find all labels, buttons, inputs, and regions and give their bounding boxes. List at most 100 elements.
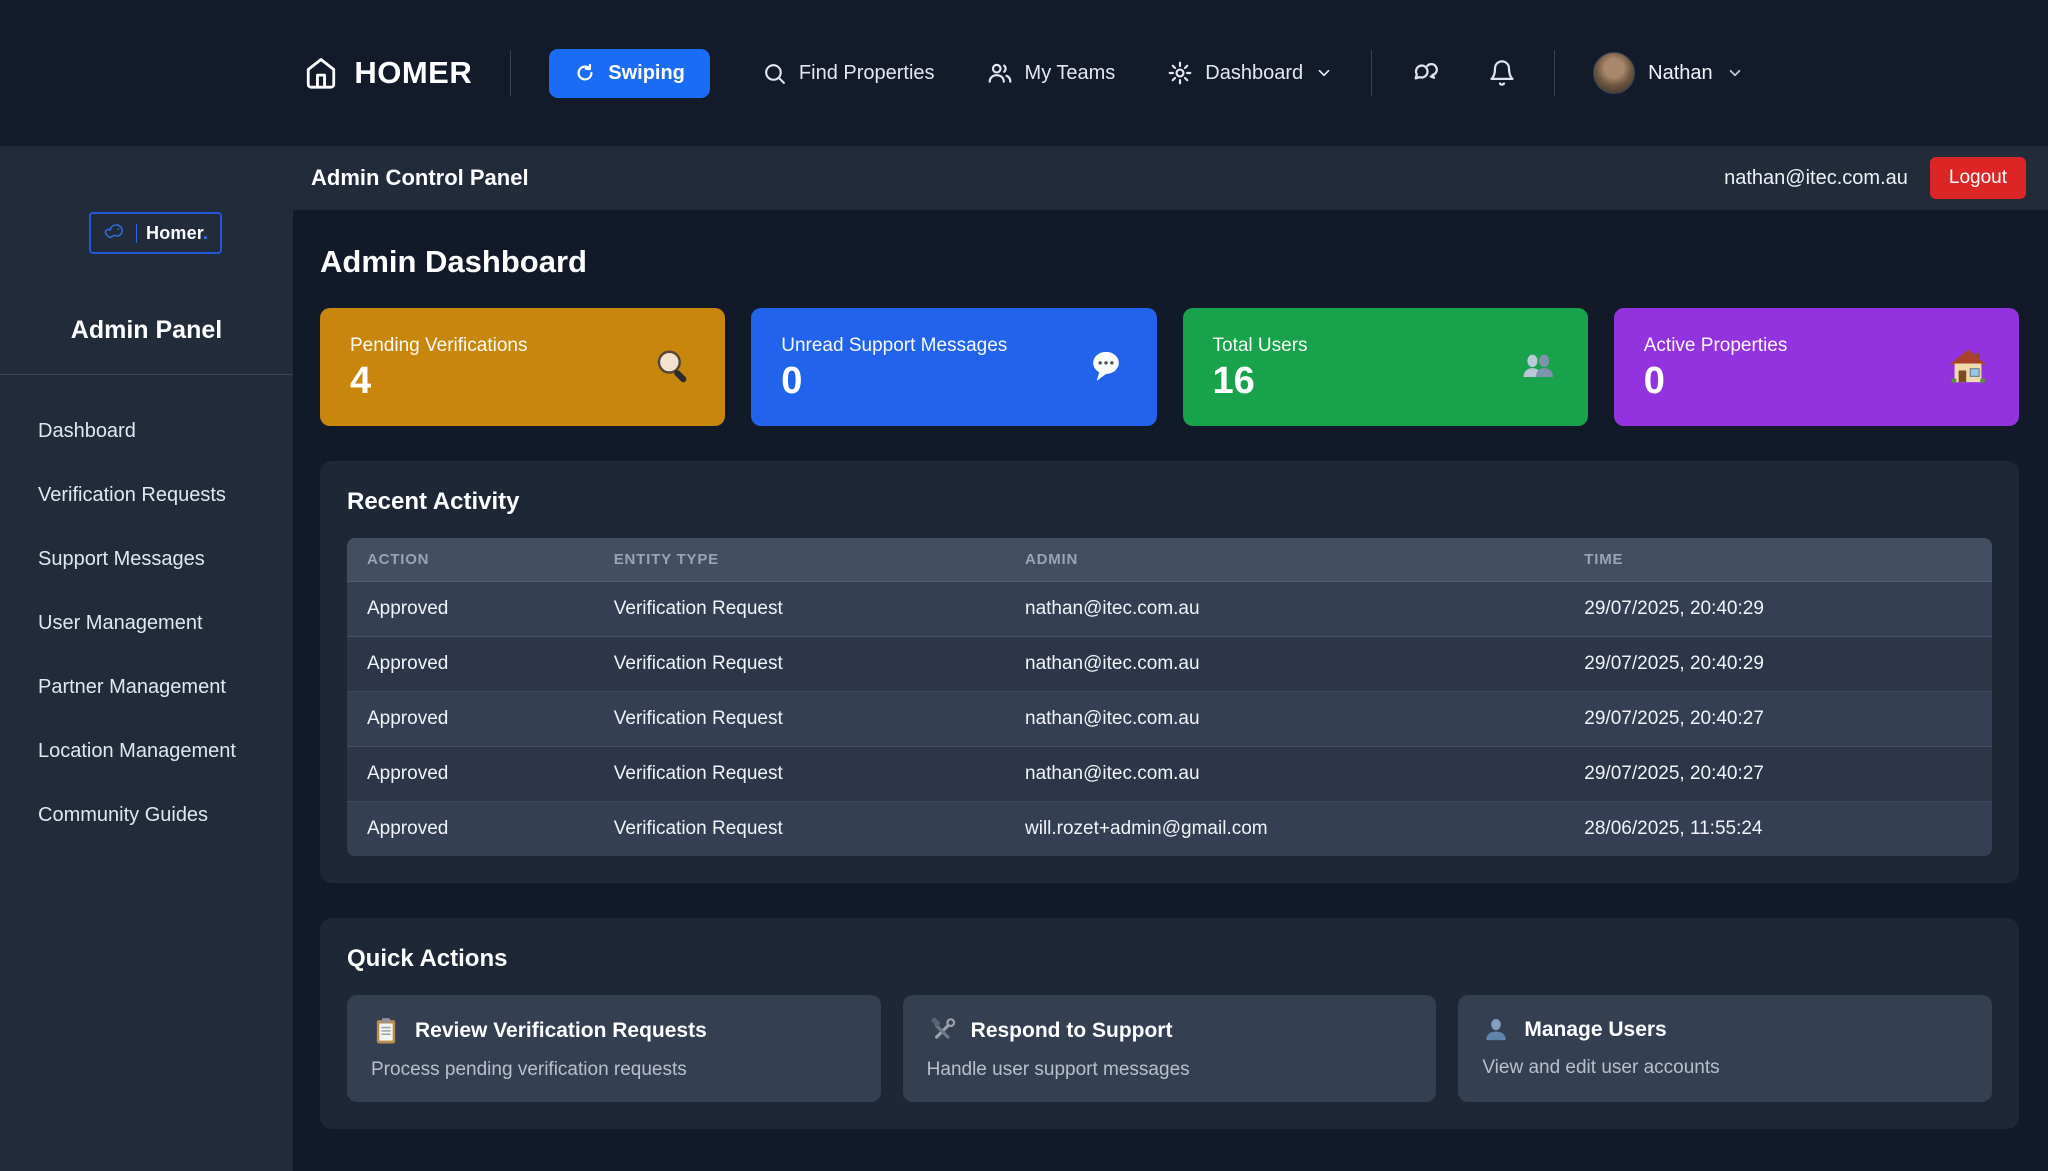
quick-actions-section: Quick Actions Review Verification Reques…	[320, 918, 2019, 1129]
table-row: Approved Verification Request nathan@ite…	[347, 747, 1992, 802]
nav-divider	[1371, 50, 1372, 96]
bust-icon	[1482, 1016, 1510, 1044]
sidebar-logo[interactable]: Homer.	[89, 212, 222, 254]
cell-action: Approved	[347, 802, 594, 857]
cell-admin: will.rozet+admin@gmail.com	[1005, 802, 1564, 857]
nav-item-my-teams[interactable]: My Teams	[987, 60, 1116, 86]
stat-value: 0	[781, 362, 1007, 400]
quick-actions-grid: Review Verification Requests Process pen…	[347, 995, 1992, 1102]
cell-admin: nathan@itec.com.au	[1005, 637, 1564, 692]
table-row: Approved Verification Request nathan@ite…	[347, 582, 1992, 637]
primary-nav: Swiping Find Properties My Teams Dashboa…	[549, 49, 1333, 98]
logout-button[interactable]: Logout	[1930, 157, 2026, 199]
table-header-row: ACTION ENTITY TYPE ADMIN TIME	[347, 538, 1992, 582]
sidebar-item-community-guides[interactable]: Community Guides	[38, 790, 293, 841]
column-header-time: TIME	[1564, 538, 1992, 582]
cell-time: 29/07/2025, 20:40:27	[1564, 692, 1992, 747]
quick-action-subtitle: Process pending verification requests	[371, 1059, 857, 1081]
nav-item-label: My Teams	[1025, 62, 1116, 85]
nav-item-label: Swiping	[608, 62, 685, 85]
sidebar-item-dashboard[interactable]: Dashboard	[38, 406, 293, 457]
nav-item-dashboard[interactable]: Dashboard	[1167, 60, 1333, 86]
cell-entity-type: Verification Request	[594, 692, 1005, 747]
admin-bar-title: Admin Control Panel	[311, 165, 529, 191]
quick-actions-title: Quick Actions	[347, 945, 1992, 973]
column-header-action: ACTION	[347, 538, 594, 582]
stat-value: 16	[1213, 362, 1308, 400]
cell-entity-type: Verification Request	[594, 582, 1005, 637]
swipe-icon	[574, 62, 596, 84]
sidebar-item-location-management[interactable]: Location Management	[38, 726, 293, 777]
user-menu[interactable]: Nathan	[1593, 52, 1744, 94]
cell-admin: nathan@itec.com.au	[1005, 582, 1564, 637]
cell-action: Approved	[347, 692, 594, 747]
stat-value: 0	[1644, 362, 1788, 400]
cell-action: Approved	[347, 747, 594, 802]
stat-card-total-users: Total Users 16	[1183, 308, 1588, 426]
avatar	[1593, 52, 1635, 94]
nav-item-label: Dashboard	[1205, 62, 1303, 85]
admin-email: nathan@itec.com.au	[1724, 167, 1908, 190]
column-header-admin: ADMIN	[1005, 538, 1564, 582]
sidebar-item-verification-requests[interactable]: Verification Requests	[38, 470, 293, 521]
gear-icon	[1167, 60, 1193, 86]
column-header-entity-type: ENTITY TYPE	[594, 538, 1005, 582]
cell-admin: nathan@itec.com.au	[1005, 692, 1564, 747]
stat-label: Active Properties	[1644, 335, 1788, 357]
recent-activity-section: Recent Activity ACTION ENTITY TYPE ADMIN…	[320, 461, 2019, 883]
nav-divider	[1554, 50, 1555, 96]
nav-item-find-properties[interactable]: Find Properties	[762, 61, 935, 86]
magnifier-icon	[651, 345, 695, 389]
cell-entity-type: Verification Request	[594, 747, 1005, 802]
home-icon	[304, 56, 338, 90]
cell-time: 28/06/2025, 11:55:24	[1564, 802, 1992, 857]
stat-label: Total Users	[1213, 335, 1308, 357]
nav-item-label: Find Properties	[799, 62, 935, 85]
brand[interactable]: HOMER	[304, 55, 472, 91]
admin-header-bar: Admin Control Panel nathan@itec.com.au L…	[293, 146, 2048, 210]
recent-activity-table: ACTION ENTITY TYPE ADMIN TIME Approved V…	[347, 538, 1992, 856]
sidebar-item-support-messages[interactable]: Support Messages	[38, 534, 293, 585]
sidebar-item-partner-management[interactable]: Partner Management	[38, 662, 293, 713]
nav-item-swiping[interactable]: Swiping	[549, 49, 710, 98]
recent-activity-title: Recent Activity	[347, 488, 1992, 516]
stat-card-unread-support-messages: Unread Support Messages 0	[751, 308, 1156, 426]
cell-time: 29/07/2025, 20:40:29	[1564, 637, 1992, 692]
sidebar-nav: Dashboard Verification Requests Support …	[0, 375, 293, 841]
stat-value: 4	[350, 362, 527, 400]
cell-entity-type: Verification Request	[594, 637, 1005, 692]
quick-action-title: Review Verification Requests	[415, 1019, 707, 1043]
page-title: Admin Dashboard	[320, 244, 2019, 280]
cell-time: 29/07/2025, 20:40:27	[1564, 747, 1992, 802]
chat-icon[interactable]	[1410, 58, 1440, 88]
quick-action-respond-to-support[interactable]: Respond to Support Handle user support m…	[903, 995, 1437, 1102]
cell-entity-type: Verification Request	[594, 802, 1005, 857]
quick-action-subtitle: Handle user support messages	[927, 1059, 1413, 1081]
main-content: Admin Dashboard Pending Verifications 4 …	[293, 210, 2048, 1171]
stat-label: Pending Verifications	[350, 335, 527, 357]
bell-icon[interactable]	[1488, 59, 1516, 87]
table-row: Approved Verification Request nathan@ite…	[347, 692, 1992, 747]
busts-icon	[1518, 347, 1558, 387]
house-icon	[1947, 346, 1989, 388]
sidebar: Homer. Admin Panel Dashboard Verificatio…	[0, 146, 293, 1171]
stat-card-active-properties: Active Properties 0	[1614, 308, 2019, 426]
quick-action-review-verification-requests[interactable]: Review Verification Requests Process pen…	[347, 995, 881, 1102]
logo-text: Homer.	[146, 223, 208, 244]
logo-divider	[136, 224, 137, 243]
user-name: Nathan	[1648, 62, 1713, 85]
sidebar-item-user-management[interactable]: User Management	[38, 598, 293, 649]
quick-action-manage-users[interactable]: Manage Users View and edit user accounts	[1458, 995, 1992, 1102]
sidebar-title: Admin Panel	[0, 316, 293, 345]
search-icon	[762, 61, 787, 86]
quick-action-subtitle: View and edit user accounts	[1482, 1057, 1968, 1079]
top-navigation: HOMER Swiping Find Properties My Te	[0, 0, 2048, 146]
table-row: Approved Verification Request will.rozet…	[347, 802, 1992, 857]
stat-card-pending-verifications: Pending Verifications 4	[320, 308, 725, 426]
cell-time: 29/07/2025, 20:40:29	[1564, 582, 1992, 637]
homer-dog-icon	[103, 221, 127, 245]
clipboard-icon	[371, 1016, 401, 1046]
quick-action-title: Respond to Support	[971, 1019, 1173, 1043]
quick-action-title: Manage Users	[1524, 1018, 1666, 1042]
cell-action: Approved	[347, 637, 594, 692]
